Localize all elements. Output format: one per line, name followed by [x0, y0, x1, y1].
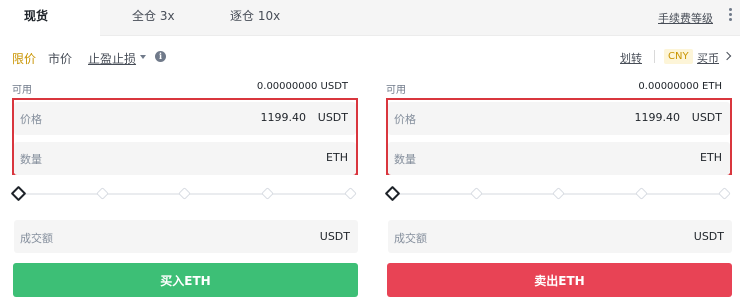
- fee-level-link[interactable]: 手续费等级: [658, 10, 713, 26]
- price-value[interactable]: 1199.40: [635, 111, 681, 124]
- slider-tick-50[interactable]: [552, 187, 565, 200]
- trade-mode-tabs: 现货 全仓 3x 逐仓 10x 手续费等级: [0, 0, 740, 36]
- amount-slider[interactable]: [10, 185, 358, 203]
- slider-tick-50[interactable]: [178, 187, 191, 200]
- slider-tick-100[interactable]: [344, 187, 357, 200]
- available-value: 0.00000000 ETH: [638, 81, 722, 92]
- tab-cross-margin[interactable]: 全仓 3x: [132, 0, 175, 36]
- buy-crypto-link[interactable]: 买币: [697, 50, 719, 66]
- more-vertical-icon[interactable]: [726, 6, 734, 24]
- total-label: 成交额: [20, 232, 53, 245]
- available-value: 0.00000000 USDT: [256, 81, 348, 92]
- quantity-label: 数量: [20, 153, 42, 166]
- info-icon[interactable]: i: [155, 51, 166, 62]
- available-label: 可用: [12, 85, 32, 96]
- price-input[interactable]: 价格 1199.40 USDT: [388, 102, 730, 135]
- price-unit: USDT: [691, 111, 722, 124]
- tab-spot[interactable]: 现货: [0, 0, 100, 36]
- currency-badge[interactable]: CNY: [664, 49, 693, 64]
- available-balance: 可用 0.00000000 USDT: [12, 81, 358, 96]
- total-unit: USDT: [693, 230, 724, 243]
- total-label: 成交额: [394, 232, 427, 245]
- quantity-input[interactable]: 数量 ETH: [14, 142, 356, 175]
- slider-tick-75[interactable]: [635, 187, 648, 200]
- slider-tick-25[interactable]: [96, 187, 109, 200]
- sell-eth-button[interactable]: 卖出ETH: [387, 263, 732, 297]
- slider-tick-75[interactable]: [261, 187, 274, 200]
- chevron-right-icon[interactable]: [722, 51, 732, 61]
- divider: [654, 50, 655, 63]
- available-balance: 可用 0.00000000 ETH: [386, 81, 732, 96]
- caret-down-icon[interactable]: [140, 55, 146, 59]
- quantity-input[interactable]: 数量 ETH: [388, 142, 730, 175]
- available-label: 可用: [386, 85, 406, 96]
- price-value[interactable]: 1199.40: [261, 111, 307, 124]
- slider-tick-100[interactable]: [718, 187, 731, 200]
- price-input[interactable]: 价格 1199.40 USDT: [14, 102, 356, 135]
- slider-handle-icon[interactable]: [10, 185, 27, 202]
- tab-isolated-margin[interactable]: 逐仓 10x: [230, 0, 280, 36]
- order-type-market[interactable]: 市价: [48, 50, 72, 67]
- slider-handle-icon[interactable]: [384, 185, 401, 202]
- quantity-unit: ETH: [326, 151, 348, 164]
- price-unit: USDT: [317, 111, 348, 124]
- amount-slider[interactable]: [384, 185, 732, 203]
- quantity-unit: ETH: [700, 151, 722, 164]
- price-label: 价格: [394, 113, 416, 126]
- quantity-label: 数量: [394, 153, 416, 166]
- order-type-limit[interactable]: 限价: [12, 50, 36, 67]
- total-unit: USDT: [319, 230, 350, 243]
- buy-eth-button[interactable]: 买入ETH: [13, 263, 358, 297]
- order-type-stop-limit[interactable]: 止盈止损: [88, 50, 136, 67]
- slider-tick-25[interactable]: [470, 187, 483, 200]
- price-label: 价格: [20, 113, 42, 126]
- total-input[interactable]: 成交额 USDT: [388, 220, 732, 253]
- transfer-link[interactable]: 划转: [620, 50, 642, 66]
- total-input[interactable]: 成交额 USDT: [14, 220, 358, 253]
